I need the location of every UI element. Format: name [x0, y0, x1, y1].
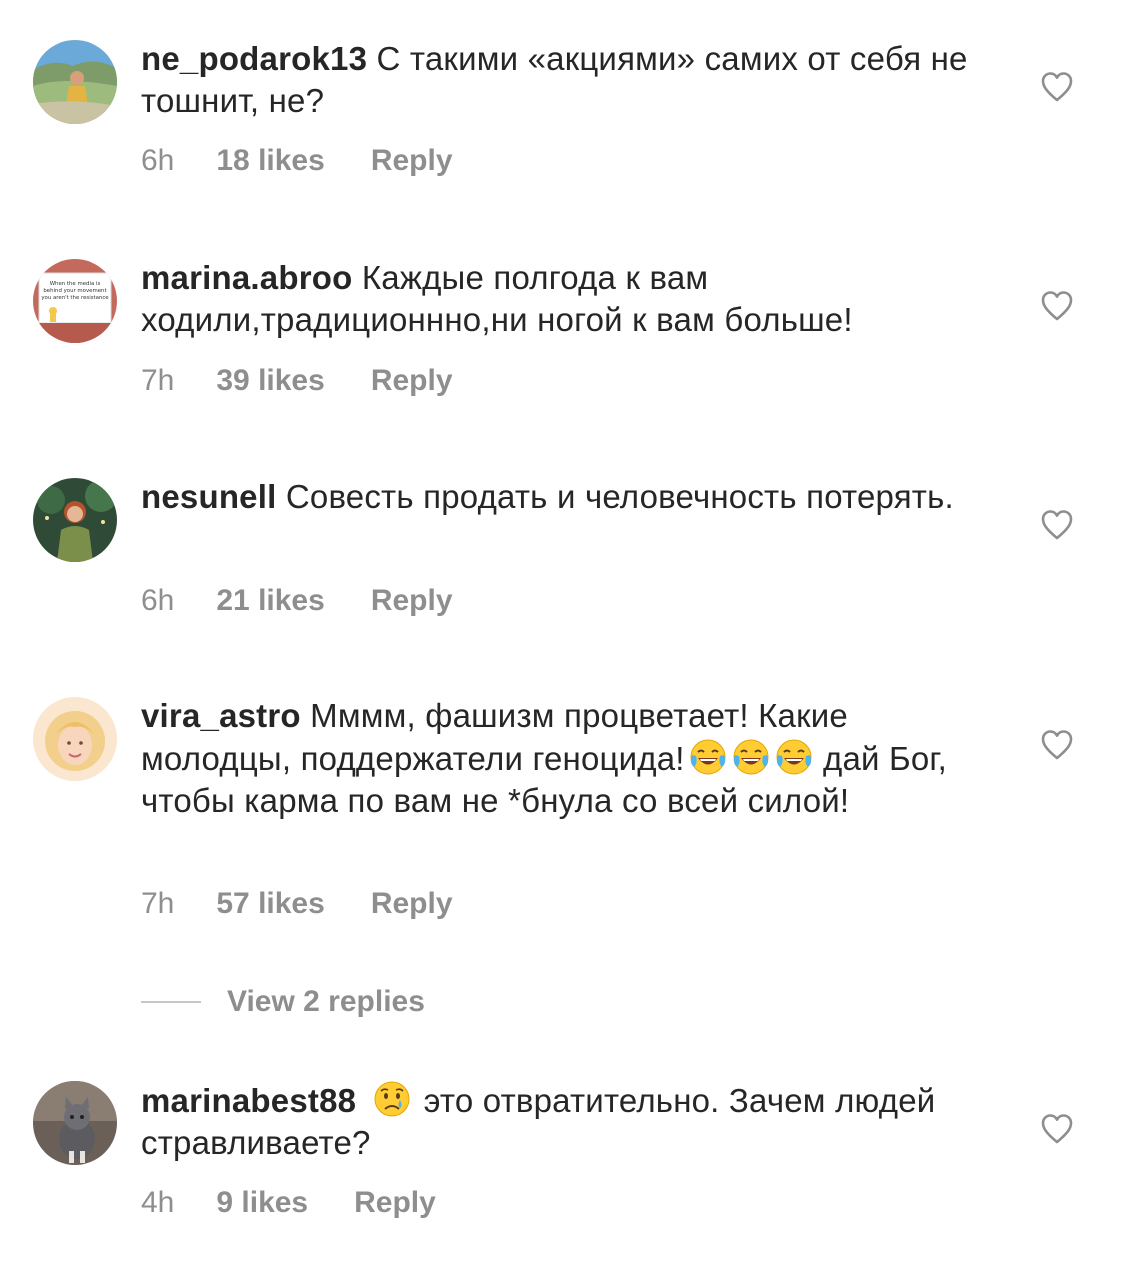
avatar-caption-line: behind your movement: [43, 288, 106, 294]
avatar[interactable]: [33, 1081, 117, 1165]
comment-meta: 7h 57 likes Reply: [141, 887, 453, 921]
reply-button[interactable]: Reply: [371, 144, 453, 178]
comment-likes[interactable]: 9 likes: [216, 1186, 308, 1220]
avatar-image: [33, 40, 117, 124]
comment-body: marinabest88 это отвратительно. Зачем лю…: [141, 1079, 1001, 1164]
comment-meta: 7h 39 likes Reply: [141, 364, 453, 398]
avatar[interactable]: When the media is behind your movement y…: [33, 259, 117, 343]
reply-button[interactable]: Reply: [354, 1186, 436, 1220]
comment-meta: 6h 21 likes Reply: [141, 584, 453, 618]
comment-time: 7h: [141, 364, 175, 397]
comment-time: 7h: [141, 887, 175, 920]
avatar-image: [33, 478, 117, 562]
face-with-tears-of-joy-icon: [733, 739, 769, 775]
avatar[interactable]: [33, 478, 117, 562]
like-heart-icon[interactable]: [1040, 508, 1074, 542]
comment-username[interactable]: ne_podarok13: [141, 40, 367, 77]
avatar-image: [33, 1081, 117, 1165]
avatar[interactable]: [33, 40, 117, 124]
avatar[interactable]: [33, 697, 117, 781]
replies-divider-line: [141, 1001, 201, 1003]
comment-likes[interactable]: 57 likes: [216, 887, 324, 921]
view-replies-button[interactable]: View 2 replies: [141, 985, 425, 1019]
avatar-caption-line: you aren't the resistance: [41, 295, 109, 301]
comment-likes[interactable]: 18 likes: [216, 144, 324, 178]
comment-meta: 6h 18 likes Reply: [141, 144, 453, 178]
face-with-tears-of-joy-icon: [776, 739, 812, 775]
comment-body: nesunell Совесть продать и человечность …: [141, 476, 1001, 518]
comment-time: 6h: [141, 144, 175, 177]
comment-username[interactable]: nesunell: [141, 478, 276, 515]
comment-username[interactable]: marinabest88: [141, 1082, 356, 1119]
comment-username[interactable]: marina.abroo: [141, 259, 352, 296]
view-replies-label: View 2 replies: [227, 985, 425, 1018]
comment-body: vira_astro Мммм, фашизм процветает! Каки…: [141, 695, 1001, 822]
comment-body: marina.abroo Каждые полгода к вам ходили…: [141, 257, 1001, 341]
crying-face-icon: [374, 1081, 410, 1117]
comment-username[interactable]: vira_astro: [141, 697, 301, 734]
avatar-image: [33, 697, 117, 781]
like-heart-icon[interactable]: [1040, 728, 1074, 762]
reply-button[interactable]: Reply: [371, 887, 453, 921]
comment-meta: 4h 9 likes Reply: [141, 1186, 436, 1220]
like-heart-icon[interactable]: [1040, 70, 1074, 104]
reply-button[interactable]: Reply: [371, 364, 453, 398]
comment-time: 4h: [141, 1186, 175, 1219]
face-with-tears-of-joy-icon: [690, 739, 726, 775]
comment-body: ne_podarok13 С такими «акциями» самих от…: [141, 38, 1001, 122]
like-heart-icon[interactable]: [1040, 1112, 1074, 1146]
comment-likes[interactable]: 39 likes: [216, 364, 324, 398]
reply-button[interactable]: Reply: [371, 584, 453, 618]
avatar-caption-line: When the media is: [50, 281, 101, 287]
comment-time: 6h: [141, 584, 175, 617]
comment-likes[interactable]: 21 likes: [216, 584, 324, 618]
avatar-image: When the media is behind your movement y…: [33, 259, 117, 343]
like-heart-icon[interactable]: [1040, 289, 1074, 323]
comment-text: Совесть продать и человечность потерять.: [285, 478, 954, 515]
